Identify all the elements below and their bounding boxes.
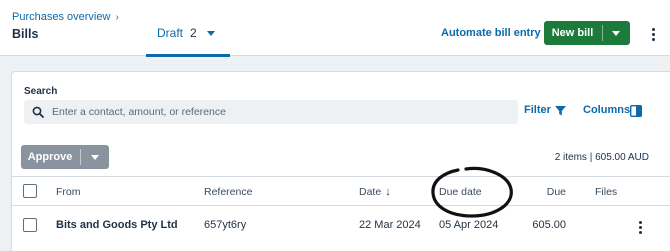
row-options-icon[interactable]	[635, 219, 647, 235]
column-header-reference[interactable]: Reference	[204, 186, 252, 198]
search-label: Search	[24, 86, 58, 97]
bills-panel: Search Filter Columns Approve 2 items | …	[11, 71, 670, 251]
breadcrumb[interactable]: Purchases overview ›	[12, 11, 119, 23]
search-box	[24, 100, 518, 124]
top-bar: Purchases overview › Bills Draft 2 Automa…	[0, 0, 670, 57]
new-bill-split-button: New bill	[544, 21, 630, 45]
new-bill-dropdown-button[interactable]	[603, 21, 630, 45]
column-header-date[interactable]: Date ↓	[359, 186, 391, 198]
caret-down-icon[interactable]	[207, 31, 215, 36]
row-reference: 657yt6ry	[204, 219, 247, 231]
more-options-icon[interactable]	[648, 26, 660, 42]
search-input[interactable]	[52, 100, 512, 124]
column-header-due[interactable]: Due	[512, 186, 566, 198]
divider	[12, 205, 670, 206]
caret-down-icon	[612, 31, 620, 36]
column-header-files: Files	[595, 186, 618, 198]
caret-down-icon	[91, 155, 99, 160]
filter-label: Filter	[524, 104, 551, 116]
new-bill-button[interactable]: New bill	[544, 21, 601, 45]
chevron-right-icon: ›	[115, 12, 119, 23]
row-checkbox[interactable]	[23, 218, 37, 232]
breadcrumb-link[interactable]: Purchases overview	[12, 11, 110, 23]
approve-dropdown-button[interactable]	[81, 145, 109, 169]
tab-draft-label: Draft	[157, 26, 184, 40]
filter-button[interactable]: Filter	[524, 104, 566, 116]
items-summary: 2 items | 605.00 AUD	[554, 152, 649, 163]
select-all-checkbox[interactable]	[23, 184, 37, 198]
column-header-date-label: Date	[359, 186, 382, 198]
columns-icon	[630, 105, 642, 117]
tab-draft[interactable]: Draft 2	[146, 0, 230, 57]
columns-label: Columns	[583, 104, 631, 116]
annotation-circle	[431, 166, 513, 218]
column-header-from[interactable]: From	[56, 186, 81, 198]
page-title: Bills	[12, 27, 39, 41]
row-from[interactable]: Bits and Goods Pty Ltd	[56, 219, 178, 231]
search-icon	[32, 106, 44, 118]
sort-descending-icon: ↓	[385, 186, 391, 198]
automate-bill-entry-link[interactable]: Automate bill entry	[441, 27, 541, 39]
approve-button[interactable]: Approve	[21, 145, 79, 169]
tab-draft-count: 2	[190, 26, 197, 40]
row-date: 22 Mar 2024	[359, 219, 421, 231]
divider	[12, 176, 670, 177]
approve-split-button: Approve	[21, 145, 109, 169]
columns-button[interactable]: Columns	[583, 104, 642, 117]
active-tab-indicator	[146, 54, 230, 57]
filter-icon	[555, 106, 566, 116]
